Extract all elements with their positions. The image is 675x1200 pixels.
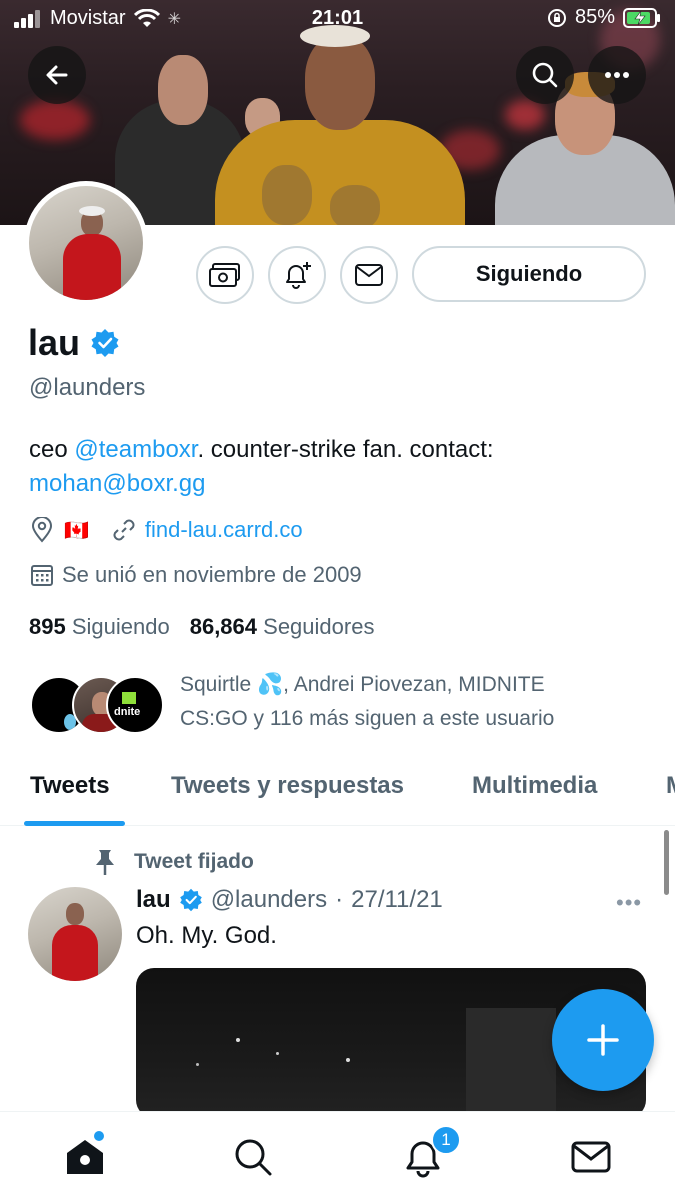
notify-button[interactable] — [268, 246, 326, 304]
media-light — [236, 1038, 240, 1042]
tab-media[interactable]: Multimedia — [472, 772, 597, 800]
tab-likes[interactable]: M — [666, 772, 675, 800]
following-label: Siguiendo — [71, 614, 170, 639]
nav-search[interactable] — [228, 1132, 278, 1182]
profile-meta-joined: Se unió en noviembre de 2009 — [30, 562, 362, 588]
plus-icon — [587, 1024, 619, 1056]
profile-name: lau — [28, 322, 81, 363]
pinned-tweet-label: Tweet fijado — [92, 848, 254, 876]
notifications-badge: 1 — [431, 1125, 461, 1155]
scrollbar[interactable] — [664, 830, 669, 895]
banner-pineapple — [262, 165, 312, 225]
profile-bio: ceo @teamboxr. counter-strike fan. conta… — [29, 433, 649, 501]
pinned-label-text: Tweet fijado — [134, 850, 254, 873]
followers-you-know-text[interactable]: Squirtle 💦, Andrei Piovezan, MIDNITE CS:… — [180, 668, 660, 736]
tweet-separator: · — [335, 886, 344, 913]
pin-icon — [96, 850, 114, 875]
calendar-icon — [31, 565, 53, 586]
media-light — [346, 1058, 350, 1062]
more-options-button[interactable] — [588, 46, 646, 104]
battery-percent: 85% — [574, 6, 615, 28]
banner-pineapple — [330, 185, 380, 225]
tweet-author-name[interactable]: lau — [136, 886, 171, 914]
media-building — [466, 1008, 556, 1118]
more-icon — [605, 72, 629, 78]
tweet-header: lau @launders · 27/11/21 — [136, 886, 443, 914]
bio-mention-link[interactable]: @teamboxr — [74, 436, 197, 463]
banner-person — [158, 55, 208, 125]
tweet-text: Oh. My. God. — [136, 922, 277, 949]
avatar-figure-suit — [63, 234, 121, 300]
followers-label: Seguidores — [263, 614, 375, 639]
verified-badge-icon — [179, 888, 202, 912]
media-light — [276, 1052, 279, 1055]
search-button[interactable] — [516, 46, 574, 104]
profile-handle: @launders — [29, 374, 146, 401]
tweet-author-avatar[interactable] — [28, 887, 122, 981]
location-pin-icon — [31, 517, 53, 543]
location-flag: 🇨🇦 — [64, 519, 89, 542]
mail-icon — [355, 264, 383, 286]
tweet-author-handle: @launders — [210, 886, 328, 913]
followers-stat[interactable]: 86,864 Seguidores — [190, 614, 375, 640]
rotation-lock-icon — [547, 8, 566, 27]
tab-tweets-replies[interactable]: Tweets y respuestas — [171, 772, 404, 800]
tab-tweets[interactable]: Tweets — [30, 772, 110, 800]
battery-charging-icon — [623, 7, 660, 28]
bio-text: ceo — [29, 436, 75, 463]
midnite-logo — [122, 692, 136, 704]
status-bar: Movistar ✳ 21:01 85% — [0, 0, 675, 40]
bottom-navigation — [0, 1111, 675, 1200]
followers-you-know-line2: CS:GO y 116 más siguen a este usuario — [180, 707, 555, 730]
home-unread-dot — [94, 1131, 104, 1141]
verified-badge-icon — [91, 329, 119, 357]
search-icon — [235, 1139, 272, 1176]
bio-email-link[interactable]: mohan@boxr.gg — [29, 470, 205, 497]
following-button[interactable]: Siguiendo — [412, 246, 646, 302]
nav-messages[interactable] — [566, 1132, 616, 1182]
profile-name-row: lau — [28, 322, 120, 364]
mail-icon — [571, 1141, 611, 1173]
avatar-figure-hair — [79, 206, 105, 216]
banner-person — [305, 35, 375, 130]
tip-button[interactable] — [196, 246, 254, 304]
compose-tweet-button[interactable] — [552, 989, 654, 1091]
profile-stats: 895 Siguiendo 86,864 Seguidores — [29, 614, 374, 640]
bell-plus-icon — [286, 262, 311, 289]
following-stat[interactable]: 895 Siguiendo — [29, 614, 170, 640]
tweet-avatar-head — [66, 903, 84, 925]
bio-text: . counter-strike fan. contact: — [197, 436, 494, 463]
website-link[interactable]: find-lau.carrd.co — [145, 517, 303, 543]
banner-light — [505, 100, 545, 130]
home-icon — [67, 1140, 103, 1174]
profile-avatar[interactable] — [24, 181, 148, 305]
media-light — [196, 1063, 199, 1066]
message-button[interactable] — [340, 246, 398, 304]
follower-avatar-midnite: dnite — [106, 676, 164, 734]
followers-count: 86,864 — [189, 614, 258, 639]
tip-jar-icon — [209, 263, 240, 287]
active-tab-indicator — [24, 821, 125, 826]
link-icon — [113, 519, 135, 541]
tweet-date: 27/11/21 — [351, 886, 443, 913]
midnite-logo-text: dnite — [114, 706, 141, 718]
banner-light — [20, 100, 90, 140]
back-button[interactable] — [28, 46, 86, 104]
search-icon — [532, 62, 558, 88]
following-count: 895 — [29, 614, 66, 639]
tweet-more-button[interactable]: ••• — [616, 890, 642, 916]
profile-meta-location-website: 🇨🇦 find-lau.carrd.co — [30, 517, 303, 543]
back-arrow-icon — [46, 65, 68, 85]
joined-date: Se unió en noviembre de 2009 — [62, 562, 362, 587]
tweet-avatar-suit — [52, 925, 98, 981]
followers-you-know-line1: Squirtle 💦, Andrei Piovezan, MIDNITE — [180, 673, 545, 696]
profile-tabs: Tweets Tweets y respuestas Multimedia M — [0, 760, 675, 826]
avatar-photo — [29, 186, 143, 300]
status-right: 85% — [547, 6, 661, 29]
